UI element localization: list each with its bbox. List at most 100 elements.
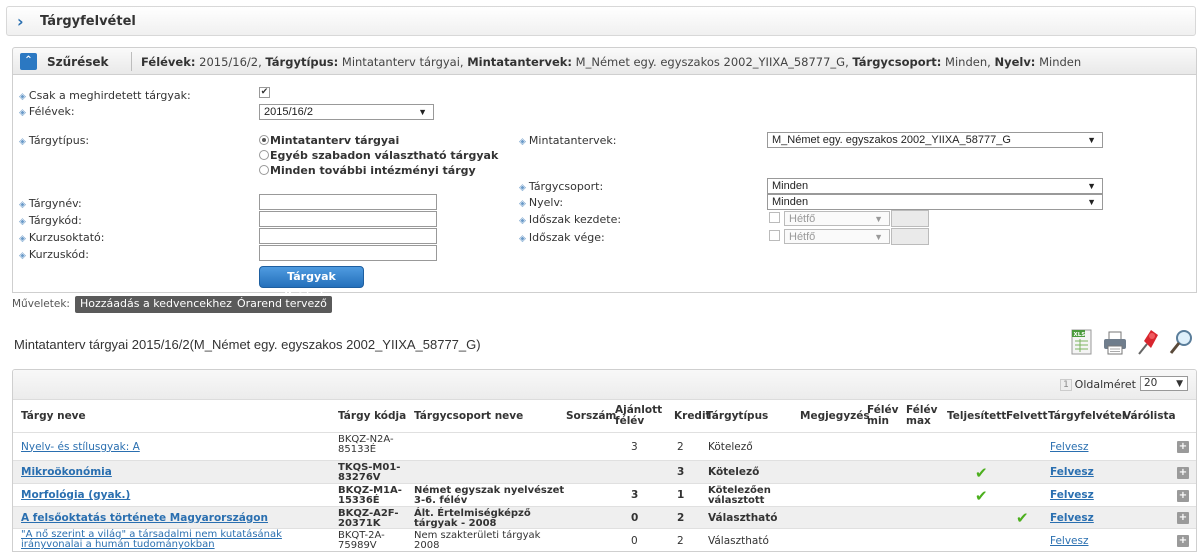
header-type[interactable]: Tárgytípus <box>706 411 768 422</box>
curricula-select[interactable]: M_Német egy. egyszakos 2002_YIIXA_58777_… <box>767 132 1103 148</box>
period-start-day-select[interactable]: Hétfő ▼ <box>784 211 890 226</box>
svg-text:XLS: XLS <box>1074 332 1086 338</box>
radio-icon <box>259 135 269 145</box>
dropdown-arrow-icon: ▼ <box>1087 181 1096 191</box>
dropdown-arrow-icon: ▼ <box>418 107 427 117</box>
only-announced-label: ◈ Csak a meghirdetett tárgyak: <box>19 89 191 102</box>
semesters-select[interactable]: 2015/16/2 ▼ <box>259 104 434 120</box>
header-name[interactable]: Tárgy neve <box>21 411 86 422</box>
radio-icon <box>259 150 269 160</box>
bullet-icon: ◈ <box>519 183 526 193</box>
waitlist-add-icon[interactable]: + <box>1177 441 1189 453</box>
period-start-checkbox[interactable] <box>769 212 780 223</box>
register-link[interactable]: Felvesz <box>1050 512 1094 524</box>
bullet-icon: ◈ <box>19 200 26 210</box>
xls-export-icon[interactable]: XLS <box>1068 327 1096 357</box>
course-code-input[interactable] <box>259 245 437 261</box>
period-start-label: ◈ Időszak kezdete: <box>519 213 622 226</box>
subject-name-link[interactable]: Nyelv- és stílusgyak: A <box>21 441 140 453</box>
subject-type-radio-other[interactable]: Egyéb szabadon választható tárgyak <box>259 149 498 162</box>
bullet-icon: ◈ <box>19 137 26 147</box>
timetable-planner-button[interactable]: Órarend tervező <box>232 296 332 313</box>
list-subjects-button[interactable]: Tárgyak listázása <box>259 266 364 303</box>
filter-summary: Félévek: 2015/16/2, Tárgytípus: Mintatan… <box>141 55 1081 69</box>
subject-group-label: ◈ Tárgycsoport: <box>519 180 604 193</box>
dropdown-arrow-icon: ▼ <box>874 232 883 242</box>
taken-check-icon: ✔ <box>1016 509 1029 527</box>
subject-group-select[interactable]: Minden ▼ <box>767 178 1103 194</box>
collapse-filters-icon[interactable]: ⌃ <box>20 53 37 70</box>
header-note[interactable]: Megjegyzés <box>800 411 870 422</box>
per-page-select[interactable]: 20 ▼ <box>1140 376 1188 391</box>
pin-icon[interactable] <box>1134 327 1162 357</box>
header-taken[interactable]: Felvett <box>1006 411 1047 422</box>
period-end-checkbox[interactable] <box>769 230 780 241</box>
subject-name-input[interactable] <box>259 194 437 210</box>
credit: 2 <box>677 534 684 547</box>
register-link[interactable]: Felvesz <box>1050 535 1089 547</box>
bullet-icon: ◈ <box>19 108 26 118</box>
subject-group: Nem szakterületi tárgyak 2008 <box>414 530 541 551</box>
dropdown-arrow-icon: ▼ <box>1087 135 1096 145</box>
subject-code-label: ◈ Tárgykód: <box>19 214 82 227</box>
register-link[interactable]: Felvesz <box>1050 490 1094 501</box>
bullet-icon: ◈ <box>519 234 526 244</box>
instructor-label: ◈ Kurzusoktató: <box>19 231 105 244</box>
search-icon[interactable] <box>1167 327 1195 357</box>
header-recommended[interactable]: Ajánlott félév <box>615 405 662 427</box>
recommended-semester: 0 <box>631 511 639 524</box>
header-order[interactable]: Sorszám <box>566 411 616 422</box>
semesters-label: ◈ Félévek: <box>19 105 75 118</box>
subject-name-link[interactable]: "A nő szerint a világ" a társadalmi nem … <box>21 530 282 550</box>
language-select[interactable]: Minden ▼ <box>767 194 1103 210</box>
header-registration[interactable]: Tárgyfelvétel <box>1048 411 1125 422</box>
bullet-icon: ◈ <box>519 216 526 226</box>
header-group[interactable]: Tárgycsoport neve <box>414 411 523 422</box>
period-end-day-select[interactable]: Hétfő ▼ <box>784 229 890 244</box>
bullet-icon: ◈ <box>19 234 26 244</box>
header-code[interactable]: Tárgy kódja <box>338 411 406 422</box>
header-sem-min[interactable]: Félév min <box>867 405 898 427</box>
print-icon[interactable] <box>1101 327 1129 357</box>
period-end-time-input[interactable] <box>891 228 929 245</box>
register-link[interactable]: Felvesz <box>1050 441 1089 453</box>
dropdown-arrow-icon: ▼ <box>1176 379 1183 389</box>
subject-code: BKQT-2A- 75989V <box>338 530 385 551</box>
table-row: Nyelv- és stílusgyak: A BKQZ-N2A- 85133É 3 2… <box>13 432 1196 460</box>
subject-code-input[interactable] <box>259 211 437 227</box>
filters-label[interactable]: Szűrések <box>47 55 109 69</box>
actions-label: Műveletek: <box>12 298 70 310</box>
subjects-table: 1 Oldalméret 20 ▼ Tárgy neve Tárgy kódja … <box>12 369 1197 552</box>
waitlist-add-icon[interactable]: + <box>1177 466 1189 479</box>
list-title: Mintatanterv tárgyai 2015/16/2(M_Német e… <box>14 337 481 352</box>
subject-name-link[interactable]: A felsőoktatás története Magyarországon <box>21 512 268 524</box>
only-announced-checkbox[interactable]: ✔ <box>259 87 270 98</box>
language-label: ◈ Nyelv: <box>519 196 564 209</box>
subject-type-radio-curriculum[interactable]: Mintatanterv tárgyai <box>259 134 399 147</box>
subject-type: Választható <box>708 511 778 524</box>
header-sem-max[interactable]: Félév max <box>906 405 937 427</box>
instructor-input[interactable] <box>259 228 437 244</box>
subject-name-link[interactable]: Mikroökonómia <box>21 467 112 478</box>
page-number[interactable]: 1 <box>1060 379 1072 391</box>
chevron-right-icon[interactable]: › <box>17 12 24 31</box>
waitlist-add-icon[interactable]: + <box>1177 489 1189 502</box>
recommended-semester: 0 <box>631 534 638 547</box>
subject-type-radio-all[interactable]: Minden további intézményi tárgy <box>259 164 476 177</box>
subject-group: Ált. Értelmiségképző tárgyak - 2008 <box>414 508 531 529</box>
header-waitlist[interactable]: Várólista <box>1123 411 1176 422</box>
filter-summary-value: M_Német egy. egyszakos 2002_YIIXA_58777_… <box>572 55 853 69</box>
filter-summary-value: Minden, <box>941 55 995 69</box>
filter-panel: ◈ Csak a meghirdetett tárgyak: ✔ ◈ Félévek… <box>12 75 1197 303</box>
filter-summary-value: 2015/16/2, <box>195 55 266 69</box>
add-to-favorites-button[interactable]: Hozzáadás a kedvencekhez <box>75 296 237 313</box>
filter-summary-key: Tárgycsoport: <box>852 55 942 69</box>
header-completed[interactable]: Teljesített <box>947 411 1006 422</box>
subject-name-label: ◈ Tárgynév: <box>19 197 82 210</box>
register-link[interactable]: Felvesz <box>1050 467 1094 478</box>
subject-name-link[interactable]: Morfológia (gyak.) <box>21 490 130 501</box>
waitlist-add-icon[interactable]: + <box>1177 535 1189 547</box>
period-start-time-input[interactable] <box>891 210 929 227</box>
waitlist-add-icon[interactable]: + <box>1177 512 1189 524</box>
dropdown-arrow-icon: ▼ <box>1087 197 1096 207</box>
